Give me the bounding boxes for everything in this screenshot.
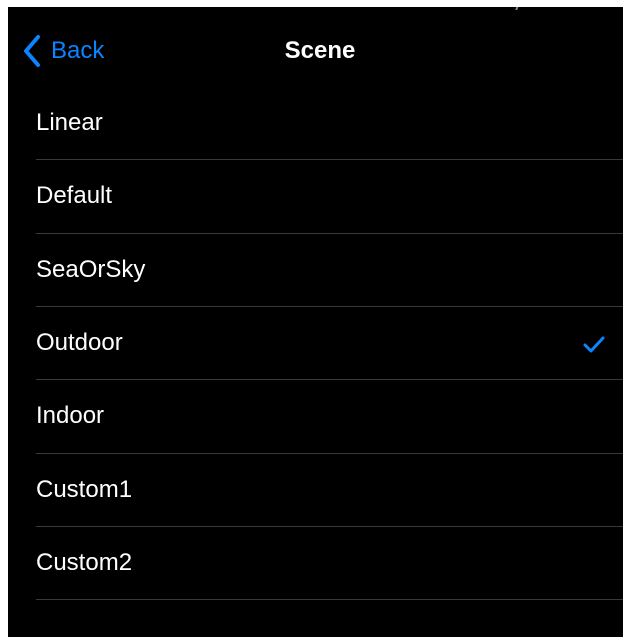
scene-item-indoor[interactable]: Indoor [8, 380, 623, 454]
scene-item-label: Indoor [36, 402, 105, 430]
checkmark-icon [583, 336, 605, 353]
navigation-bar: Back Scene [8, 7, 623, 89]
scene-item-linear[interactable]: Linear [8, 87, 623, 161]
scene-item-custom1[interactable]: Custom1 [8, 454, 623, 528]
page-title: Scene [284, 37, 356, 64]
scene-item-outdoor[interactable]: Outdoor [8, 307, 623, 381]
scene-item-label: Default [36, 182, 113, 210]
scene-item-custom2[interactable]: Custom2 [8, 527, 623, 601]
scene-item-label: Linear [36, 109, 103, 136]
scene-item-label: Outdoor [36, 328, 123, 356]
scene-item-seaorsky[interactable]: SeaOrSky [8, 234, 623, 308]
scene-list: Linear Default SeaOrSky Outdoor Indoor C… [8, 87, 623, 601]
scene-item-label: Custom2 [36, 548, 133, 576]
scene-item-label: SeaOrSky [36, 255, 146, 283]
scene-screen: Back Scene Linear Default SeaOrSky Outdo… [8, 7, 623, 637]
scene-item-label: Custom1 [36, 475, 133, 503]
scene-item-default[interactable]: Default [8, 160, 623, 234]
